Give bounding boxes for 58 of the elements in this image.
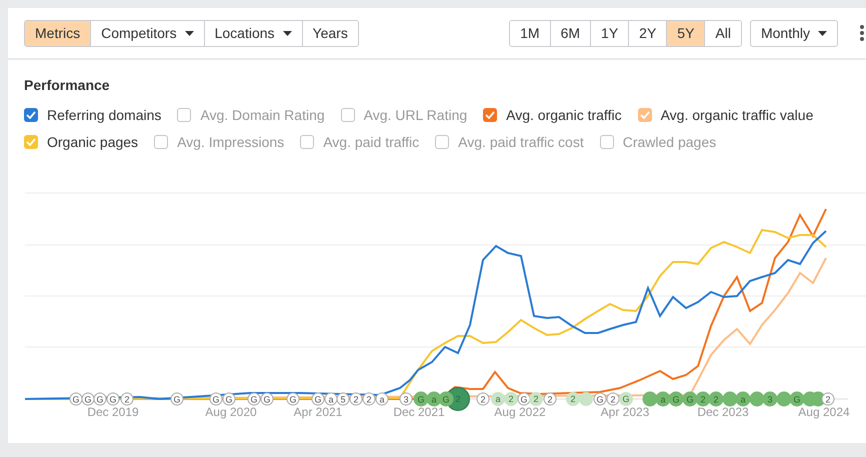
annotation-marker[interactable]: 2 [362,392,376,406]
annotation-marker[interactable]: 2 [529,392,543,406]
annotation-marker[interactable]: G [248,392,260,406]
metric-checkbox[interactable]: Organic pages [24,134,138,150]
annotation-marker[interactable]: G [82,392,94,406]
check-icon [640,111,650,119]
axis-label: Dec 2019 [87,405,139,419]
axis-label: Aug 2024 [798,405,850,419]
annotation-marker[interactable]: G [518,392,530,406]
annotation-marker[interactable]: G [594,392,606,406]
annotation-marker[interactable]: 2 [504,392,518,406]
annotation-marker[interactable]: a [376,392,388,406]
annotation-marker[interactable]: a [491,392,505,406]
range-tab[interactable]: 5Y [666,20,704,46]
filter-tab[interactable]: Metrics [25,20,90,46]
annotation-marker[interactable] [776,392,792,406]
check-icon [26,138,36,146]
axis-label: Dec 2021 [393,405,445,419]
section-title: Performance [23,76,111,95]
annotation-marker[interactable]: 2 [606,392,620,406]
caret-icon [818,30,827,36]
annotation-marker[interactable]: 2 [120,392,134,406]
annotation-marker[interactable]: G [286,392,300,406]
annotation-marker[interactable]: 2 [544,392,556,406]
annotation-marker[interactable]: 3 [400,392,412,406]
annotation-marker[interactable]: 2 [350,392,362,406]
annotation-marker[interactable]: G [70,392,82,406]
annotation-marker[interactable]: G [94,392,106,406]
annotation-marker[interactable]: G [170,392,184,406]
more-icon[interactable] [860,25,864,41]
axis-label: Apr 2021 [294,405,342,419]
annotation-marker[interactable]: G [210,392,222,406]
axis-label: Apr 2023 [600,405,650,419]
annotation-marker[interactable]: G [312,392,324,406]
annotation-marker[interactable]: G [222,392,236,406]
annotation-marker[interactable]: 2 [476,392,490,406]
annotation-marker[interactable] [579,392,593,406]
annotation-marker[interactable]: 2 [566,392,580,406]
metric-checkbox[interactable]: Avg. organic traffic value [638,107,814,123]
annotation-marker[interactable]: G [619,392,633,406]
axis-label: Aug 2020 [205,405,257,419]
check-icon [485,111,496,119]
metric-checkbox[interactable]: Avg. organic traffic [483,107,622,123]
annotation-marker[interactable]: 2 [822,392,834,406]
range-tab[interactable]: All [704,20,741,46]
annotation-marker[interactable]: a [324,392,338,406]
interval-dropdown[interactable]: Monthly [750,20,838,46]
annotation-marker[interactable] [750,392,764,406]
annotation-marker[interactable]: G [106,392,120,406]
filter-tab[interactable]: Years [302,20,358,46]
metric-checkbox[interactable]: Referring domains [24,107,162,123]
annotation-marker[interactable]: 5 [336,392,350,406]
annotation-marker[interactable]: G [260,392,274,406]
check-icon [26,111,36,119]
annotation-marker[interactable] [642,392,658,406]
annotation-marker[interactable] [722,392,738,406]
axis-label: Aug 2022 [494,405,546,419]
axis-label: Dec 2023 [697,405,749,419]
